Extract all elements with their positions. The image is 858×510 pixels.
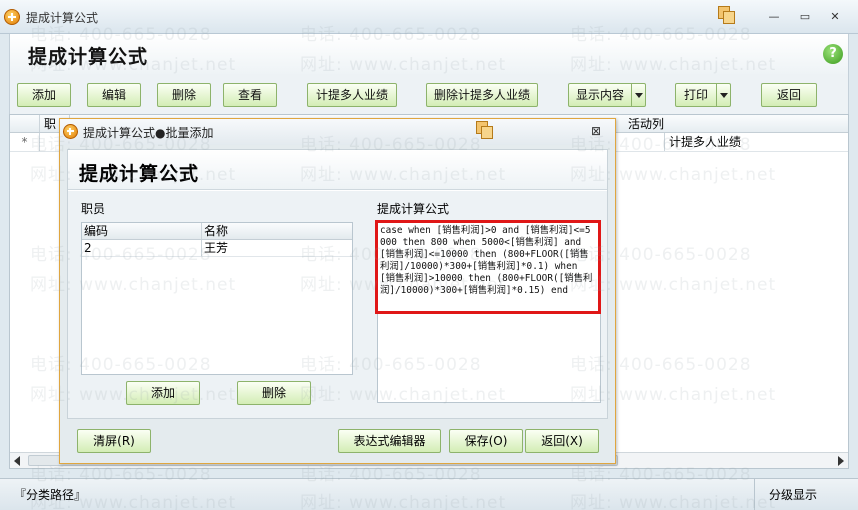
staff-table: 编码 名称 2 王芳 bbox=[81, 222, 353, 375]
formula-textarea[interactable]: case when [销售利润]>0 and [销售利润]<=5000 then… bbox=[375, 220, 601, 314]
staff-code-cell[interactable]: 2 bbox=[82, 240, 202, 256]
minimize-button[interactable]: — bbox=[766, 10, 782, 24]
level-display-panel[interactable]: 分级显示 bbox=[754, 479, 858, 510]
staff-column-code[interactable]: 编码 bbox=[82, 223, 202, 239]
toolbar: 添加 编辑 删除 查看 计提多人业绩 删除计提多人业绩 显示内容 打印 返回 bbox=[9, 74, 849, 114]
page-header: 提成计算公式 ? bbox=[9, 34, 849, 74]
print-label: 打印 bbox=[683, 88, 708, 102]
restore-button[interactable]: ▭ bbox=[797, 10, 813, 24]
close-button[interactable]: ✕ bbox=[827, 10, 843, 24]
chevron-down-icon bbox=[631, 84, 645, 106]
category-path[interactable]: 『分类路径』 bbox=[14, 486, 86, 503]
display-content-dropdown[interactable]: 显示内容 bbox=[568, 83, 646, 107]
statusbar: 『分类路径』 分级显示 bbox=[0, 478, 858, 510]
window-titlebar: 提成计算公式 — ▭ ✕ bbox=[0, 0, 858, 34]
dialog-title: 提成计算公式●批量添加 bbox=[83, 126, 214, 140]
scroll-left-icon[interactable] bbox=[14, 456, 20, 466]
staff-column-name[interactable]: 名称 bbox=[202, 223, 352, 239]
display-content-label: 显示内容 bbox=[575, 88, 624, 102]
grid-header-cell bbox=[10, 115, 40, 132]
window-stack-icon[interactable] bbox=[718, 6, 736, 24]
dialog-titlebar: 提成计算公式●批量添加 ⊠ bbox=[60, 119, 615, 145]
calc-multi-performance-button[interactable]: 计提多人业绩 bbox=[307, 83, 397, 107]
dialog-back-button[interactable]: 返回(X) bbox=[525, 429, 599, 453]
add-button[interactable]: 添加 bbox=[17, 83, 71, 107]
delete-button[interactable]: 删除 bbox=[157, 83, 211, 107]
edit-button[interactable]: 编辑 bbox=[87, 83, 141, 107]
dialog-content: 提成计算公式 职员 提成计算公式 编码 名称 2 王芳 case when [销… bbox=[67, 149, 608, 419]
app-logo-icon bbox=[4, 9, 20, 25]
view-button[interactable]: 查看 bbox=[223, 83, 277, 107]
dialog-close-button[interactable]: ⊠ bbox=[591, 124, 601, 138]
batch-add-dialog: 提成计算公式●批量添加 ⊠ 提成计算公式 职员 提成计算公式 编码 名称 2 王… bbox=[59, 118, 616, 464]
back-button[interactable]: 返回 bbox=[761, 83, 817, 107]
app-logo-icon bbox=[63, 124, 78, 139]
print-dropdown[interactable]: 打印 bbox=[675, 83, 731, 107]
grid-header-cell[interactable]: 活动列 bbox=[624, 115, 848, 132]
staff-name-cell[interactable]: 王芳 bbox=[202, 240, 352, 256]
staff-delete-button[interactable]: 删除 bbox=[237, 381, 311, 405]
grid-cell[interactable]: 计提多人业绩 bbox=[664, 133, 848, 151]
help-icon[interactable]: ? bbox=[823, 44, 843, 64]
formula-label: 提成计算公式 bbox=[377, 202, 450, 216]
scroll-right-icon[interactable] bbox=[838, 456, 844, 466]
window-stack-icon[interactable] bbox=[476, 121, 494, 139]
row-marker: * bbox=[10, 133, 40, 151]
table-row[interactable]: 2 王芳 bbox=[82, 240, 352, 257]
delete-calc-multi-performance-button[interactable]: 删除计提多人业绩 bbox=[426, 83, 538, 107]
clear-button[interactable]: 清屏(R) bbox=[77, 429, 151, 453]
expression-editor-button[interactable]: 表达式编辑器 bbox=[338, 429, 441, 453]
chevron-down-icon bbox=[716, 84, 730, 106]
formula-area[interactable] bbox=[377, 311, 601, 403]
staff-add-button[interactable]: 添加 bbox=[126, 381, 200, 405]
formula-text[interactable]: case when [销售利润]>0 and [销售利润]<=5000 then… bbox=[380, 225, 596, 297]
staff-table-header: 编码 名称 bbox=[82, 223, 352, 240]
dialog-body: 职员 提成计算公式 编码 名称 2 王芳 case when [销售利润]>0 … bbox=[68, 191, 607, 418]
save-button[interactable]: 保存(O) bbox=[449, 429, 523, 453]
window-title: 提成计算公式 bbox=[26, 11, 99, 25]
level-display-label: 分级显示 bbox=[769, 488, 818, 502]
page-title: 提成计算公式 bbox=[28, 46, 149, 68]
dialog-header: 提成计算公式 bbox=[68, 150, 607, 190]
staff-label: 职员 bbox=[81, 202, 106, 216]
dialog-heading: 提成计算公式 bbox=[79, 163, 200, 185]
